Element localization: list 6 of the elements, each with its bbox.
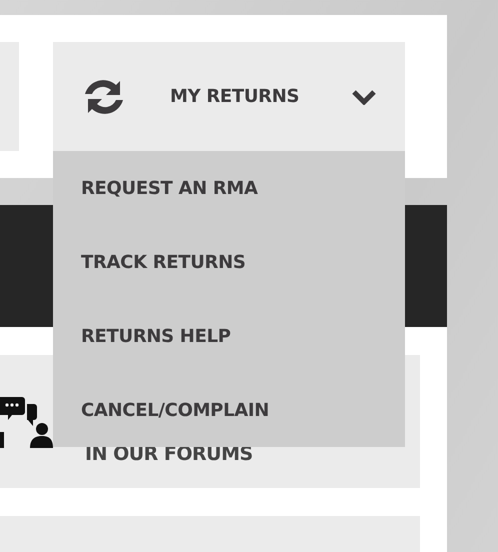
menu-item[interactable]: RETURNS HELP — [53, 299, 231, 373]
menu-item[interactable]: CANCEL/COMPLAIN — [53, 373, 270, 447]
menu-item[interactable]: REQUEST AN RMA — [53, 151, 258, 225]
chevron-down-icon — [352, 88, 376, 104]
my-returns-dropdown[interactable]: MY RETURNS — [53, 42, 405, 151]
menu-item[interactable]: TRACK RETURNS — [53, 225, 246, 299]
